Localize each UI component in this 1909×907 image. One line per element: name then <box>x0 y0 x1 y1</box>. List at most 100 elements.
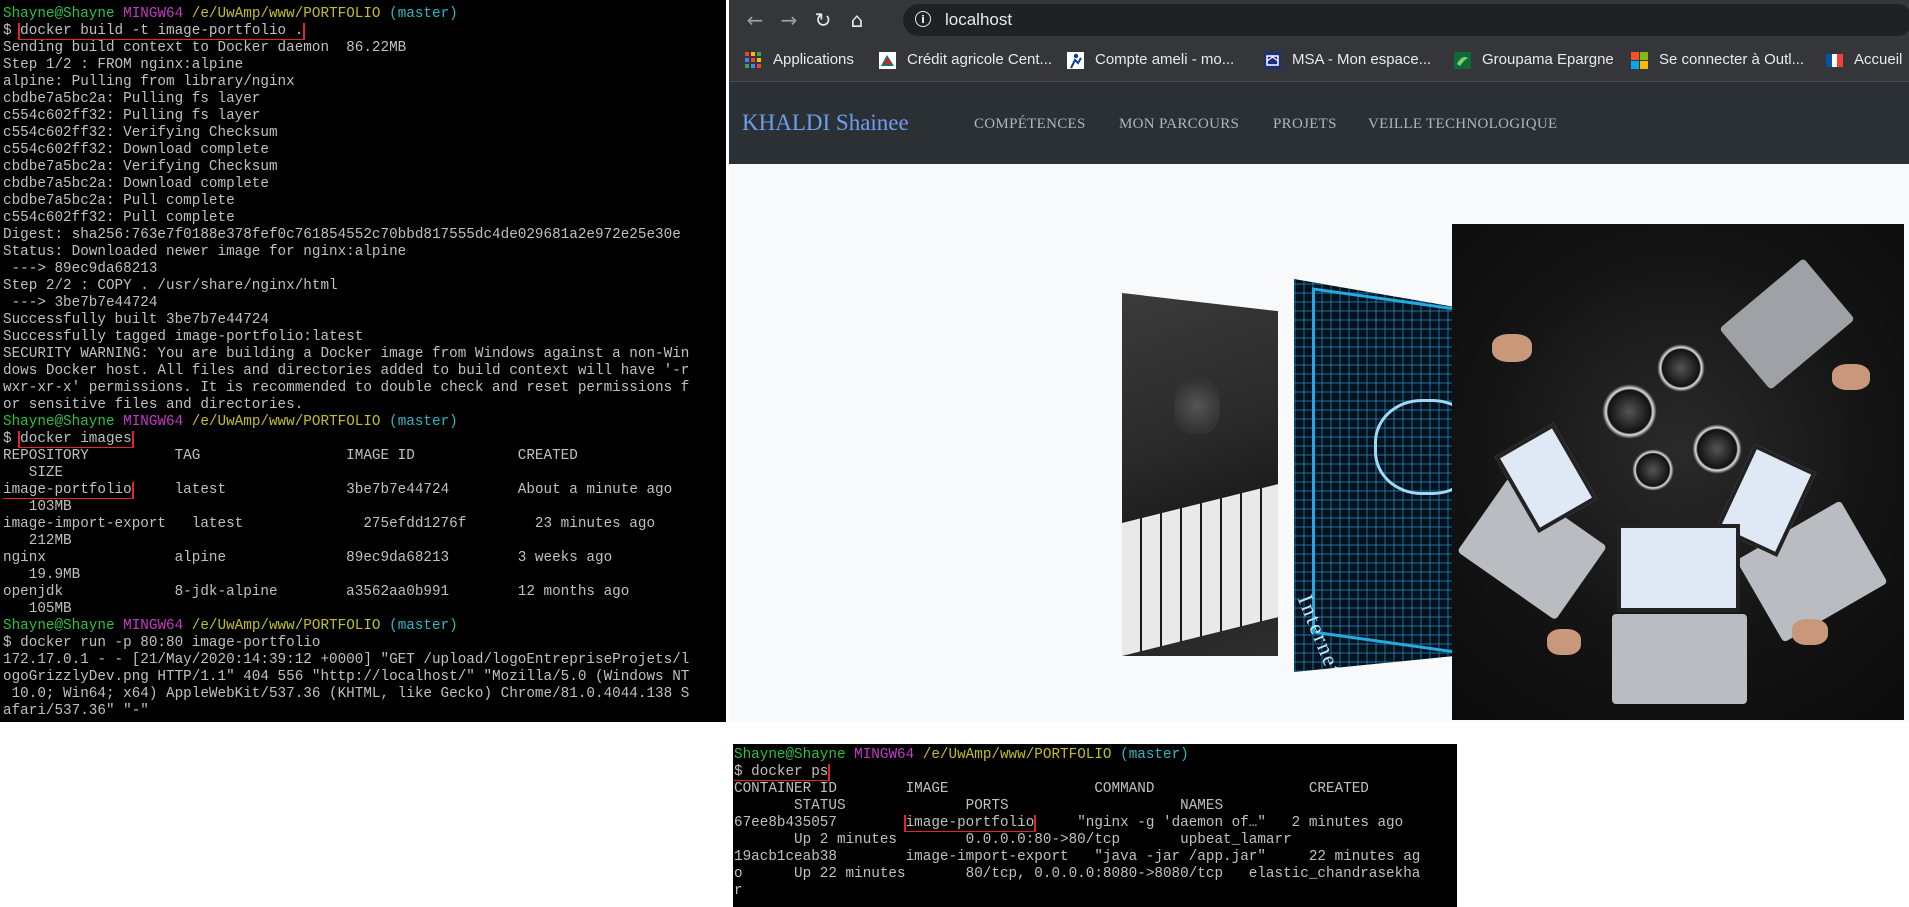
terminal-text: "nginx -g 'daemon of…" 2 minutes ago <box>1034 815 1404 831</box>
terminal-line: Digest: sha256:763e7f0188e378fef0c761854… <box>3 227 726 244</box>
address-bar[interactable]: i localhost <box>903 4 1909 36</box>
terminal-text: (master) <box>1120 747 1189 763</box>
terminal-line: cbdbe7a5bc2a: Download complete <box>3 176 726 193</box>
terminal-line: Status: Downloaded newer image for nginx… <box>3 244 726 261</box>
terminal-text: ---> 3be7b7e44724 <box>3 295 158 311</box>
cloud-shape <box>1374 399 1452 495</box>
nav-link-projets[interactable]: PROJETS <box>1273 115 1337 133</box>
terminal-text: STATUS PORTS NAMES <box>734 798 1224 814</box>
bookmark-label: MSA - Mon espace... <box>1292 51 1432 68</box>
terminal-text: (master) <box>389 6 458 22</box>
terminal-text: cbdbe7a5bc2a: Pull complete <box>3 193 235 209</box>
terminal-text: 172.17.0.1 - - [21/May/2020:14:39:12 +00… <box>3 652 690 668</box>
camera-lens <box>1632 449 1674 491</box>
terminal-line: $ docker build -t image-portfolio . <box>3 23 726 40</box>
nav-link-veille-technologique[interactable]: VEILLE TECHNOLOGIQUE <box>1368 115 1557 133</box>
terminal-line: 105MB <box>3 601 726 618</box>
groupama-icon <box>1454 52 1471 69</box>
terminal-line: Sending build context to Docker daemon 8… <box>3 40 726 57</box>
terminal-text: SECURITY WARNING: You are building a Doc… <box>3 346 690 362</box>
terminal-line: cbdbe7a5bc2a: Pull complete <box>3 193 726 210</box>
browser-toolbar: ← → ↻ ⌂ i localhost <box>729 0 1909 40</box>
terminal-line: cbdbe7a5bc2a: Verifying Checksum <box>3 159 726 176</box>
highlighted-command: $ docker ps <box>734 764 831 781</box>
bookmark-label: Applications <box>773 51 854 68</box>
terminal-text: /e/UwAmp/www/PORTFOLIO <box>922 747 1121 763</box>
terminal-line: or sensitive files and directories. <box>3 397 726 414</box>
terminal-text: wxr-xr-x' permissions. It is recommended… <box>3 380 690 396</box>
terminal-line: ogoGrizzlyDev.png HTTP/1.1" 404 556 "htt… <box>3 669 726 686</box>
terminal-line: ---> 89ec9da68213 <box>3 261 726 278</box>
terminal-text: $ <box>3 431 21 447</box>
apps-grid-icon <box>745 52 761 68</box>
piano-crest <box>1174 378 1220 434</box>
terminal-text: Digest: sha256:763e7f0188e378fef0c761854… <box>3 227 681 243</box>
terminal-line: nginx alpine 89ec9da68213 3 weeks ago <box>3 550 726 567</box>
terminal-line: Shayne@Shayne MINGW64 /e/UwAmp/www/PORTF… <box>3 6 726 23</box>
bookmarks-bar: Applications Crédit agricole Cent... Com… <box>729 40 1909 82</box>
site-navbar: KHALDI Shainee COMPÉTENCES MON PARCOURS … <box>729 82 1909 164</box>
carousel-image-cloud-network[interactable]: Internet <box>1294 279 1452 672</box>
terminal-text: 105MB <box>3 601 72 617</box>
msa-icon <box>1264 52 1281 69</box>
carousel-image-piano[interactable] <box>1122 293 1278 656</box>
highlighted-command: image-portfolio <box>3 482 134 499</box>
highlighted-command: docker build -t image-portfolio . <box>18 23 306 40</box>
terminal-text: MINGW64 <box>123 618 192 634</box>
bookmark-label: Accueil <box>1854 51 1903 68</box>
terminal-line: dows Docker host. All files and director… <box>3 363 726 380</box>
terminal-line: ---> 3be7b7e44724 <box>3 295 726 312</box>
terminal-line: c554c602ff32: Download complete <box>3 142 726 159</box>
terminal-text: 67ee8b435057 <box>734 815 906 831</box>
terminal-text: Up 2 minutes 0.0.0.0:80->80/tcp upbeat_l… <box>734 832 1292 848</box>
terminal-line: alpine: Pulling from library/nginx <box>3 74 726 91</box>
terminal-text: ogoGrizzlyDev.png HTTP/1.1" 404 556 "htt… <box>3 669 690 685</box>
back-arrow-icon[interactable]: ← <box>743 8 767 32</box>
terminal-text: openjdk 8-jdk-alpine a3562aa0b991 12 mon… <box>3 584 630 600</box>
terminal-text: or sensitive files and directories. <box>3 397 304 413</box>
reload-icon[interactable]: ↻ <box>811 8 835 32</box>
terminal-text: 212MB <box>3 533 72 549</box>
terminal-text: dows Docker host. All files and director… <box>3 363 690 379</box>
terminal-text: Status: Downloaded newer image for nginx… <box>3 244 407 260</box>
terminal-text: ---> 89ec9da68213 <box>3 261 158 277</box>
terminal-text: Successfully built 3be7b7e44724 <box>3 312 269 328</box>
terminal-text: 19acb1ceab38 image-import-export "java -… <box>734 849 1421 865</box>
terminal-text: c554c602ff32: Pulling fs layer <box>3 108 261 124</box>
terminal-line: Step 1/2 : FROM nginx:alpine <box>3 57 726 74</box>
terminal-line: $ docker run -p 80:80 image-portfolio <box>3 635 726 652</box>
terminal-line: Step 2/2 : COPY . /usr/share/nginx/html <box>3 278 726 295</box>
terminal-build-window[interactable]: Shayne@Shayne MINGW64 /e/UwAmp/www/PORTF… <box>0 0 726 722</box>
terminal-line: Successfully built 3be7b7e44724 <box>3 312 726 329</box>
nav-link-competences[interactable]: COMPÉTENCES <box>974 115 1086 133</box>
bookmark-label: Crédit agricole Cent... <box>907 51 1053 68</box>
terminal-text: c554c602ff32: Verifying Checksum <box>3 125 278 141</box>
site-brand[interactable]: KHALDI Shainee <box>742 109 909 137</box>
hand <box>1547 629 1581 655</box>
terminal-text: CONTAINER ID IMAGE COMMAND CREATED <box>734 781 1369 797</box>
terminal-ps-window[interactable]: Shayne@Shayne MINGW64 /e/UwAmp/www/PORTF… <box>733 744 1457 907</box>
nav-link-mon-parcours[interactable]: MON PARCOURS <box>1119 115 1239 133</box>
terminal-line: Successfully tagged image-portfolio:late… <box>3 329 726 346</box>
hand <box>1492 334 1532 362</box>
terminal-text: REPOSITORY TAG IMAGE ID CREATED <box>3 448 578 464</box>
terminal-line: 19.9MB <box>3 567 726 584</box>
terminal-text: $ <box>3 23 21 39</box>
carousel-image-laptops[interactable] <box>1452 224 1904 720</box>
camera-lens <box>1657 344 1705 392</box>
hand <box>1832 364 1870 390</box>
terminal-line: o Up 22 minutes 80/tcp, 0.0.0.0:8080->80… <box>734 866 1457 883</box>
terminal-line: image-import-export latest 275efdd1276f … <box>3 516 726 533</box>
terminal-text: SIZE <box>3 465 64 481</box>
terminal-text: nginx alpine 89ec9da68213 3 weeks ago <box>3 550 613 566</box>
camera-lens <box>1602 384 1657 439</box>
terminal-text: c554c602ff32: Pull complete <box>3 210 235 226</box>
forward-arrow-icon[interactable]: → <box>777 8 801 32</box>
terminal-line: cbdbe7a5bc2a: Pulling fs layer <box>3 91 726 108</box>
home-icon[interactable]: ⌂ <box>845 8 869 32</box>
terminal-text: 10.0; Win64; x64) AppleWebKit/537.36 (KH… <box>3 686 690 702</box>
terminal-line: STATUS PORTS NAMES <box>734 798 1457 815</box>
site-info-icon[interactable]: i <box>915 11 931 27</box>
terminal-text: Successfully tagged image-portfolio:late… <box>3 329 364 345</box>
terminal-text: Shayne@Shayne <box>3 6 124 22</box>
